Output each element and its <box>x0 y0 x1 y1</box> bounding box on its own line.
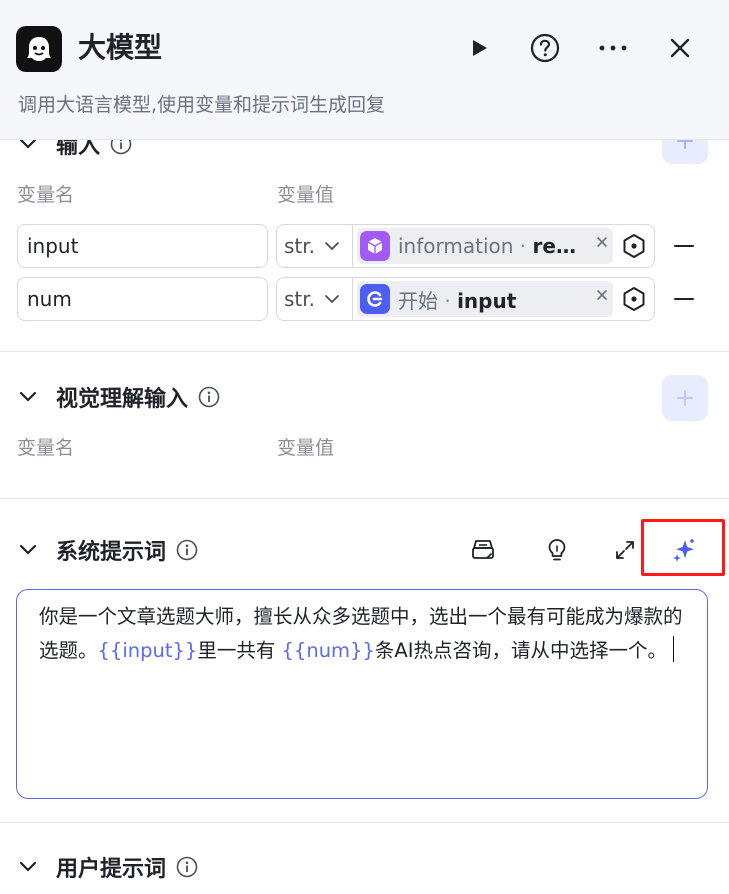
more-icon <box>599 45 627 51</box>
reference-separator: · <box>513 234 533 258</box>
lightbulb-icon <box>548 539 566 561</box>
reference-separator: · <box>438 288 458 313</box>
prompt-text: 里一共有 <box>197 639 282 662</box>
model-logo-icon <box>16 26 62 72</box>
reference-variable: input <box>457 288 517 313</box>
prompt-variable: {{num}} <box>281 639 375 662</box>
hexagon-target-icon <box>623 287 645 311</box>
text-caret <box>672 636 675 662</box>
chevron-down-icon <box>18 857 38 877</box>
node-description: 调用大语言模型,使用变量和提示词生成回复 <box>18 94 386 116</box>
expand-icon <box>616 541 634 559</box>
prompt-library-icon <box>472 540 494 559</box>
remove-reference-button[interactable] <box>592 232 612 252</box>
reference-text: 开始 · input <box>398 285 586 314</box>
reference-text: information · re… <box>398 234 586 258</box>
close-icon <box>597 237 607 247</box>
prompt-variable: {{input}} <box>97 639 198 662</box>
minus-icon <box>674 245 694 247</box>
variable-reference-tag[interactable]: 开始 · input <box>357 281 613 317</box>
chevron-down-icon <box>325 295 339 304</box>
close-icon <box>670 38 690 58</box>
reference-node: 开始 <box>398 288 438 313</box>
vision-col-name-label: 变量名 <box>17 437 75 459</box>
run-button[interactable] <box>461 30 497 66</box>
play-icon <box>473 40 487 56</box>
start-node-icon <box>360 284 390 314</box>
reference-node: information <box>398 234 514 258</box>
expand-editor-button[interactable] <box>607 532 643 568</box>
plus-icon <box>677 390 693 406</box>
close-icon <box>597 290 607 300</box>
user-prompt-header[interactable]: 用户提示词 <box>18 849 198 885</box>
chevron-down-icon <box>325 242 339 251</box>
system-prompt-title: 系统提示词 <box>56 540 167 565</box>
help-button[interactable] <box>527 30 563 66</box>
reference-variable: re… <box>532 234 576 258</box>
close-button[interactable] <box>662 30 698 66</box>
info-icon <box>198 386 220 408</box>
highlight-box <box>641 519 725 576</box>
section-divider <box>0 351 729 352</box>
variable-picker-button[interactable] <box>621 233 647 259</box>
add-vision-input-button[interactable] <box>662 375 708 421</box>
cube-icon <box>360 231 390 261</box>
prompt-text: 条AI热点咨询，请从中选择一个。 <box>374 639 667 662</box>
system-prompt-editor[interactable]: 你是一个文章选题大师，擅长从众多选题中，选出一个最有可能成为爆款的选题。{{in… <box>16 589 708 799</box>
variable-name-input[interactable]: input <box>17 224 268 268</box>
chevron-down-icon <box>18 540 38 560</box>
type-label: str. <box>284 234 316 258</box>
input-col-name-label: 变量名 <box>17 184 75 206</box>
prompt-library-button[interactable] <box>465 532 501 568</box>
variable-reference-tag[interactable]: information · re… <box>357 228 613 264</box>
chevron-down-icon <box>18 387 38 407</box>
more-button[interactable] <box>595 30 631 66</box>
user-prompt-title: 用户提示词 <box>56 857 167 882</box>
section-divider <box>0 498 729 499</box>
type-select[interactable]: str. <box>277 278 353 320</box>
input-col-value-label: 变量值 <box>277 184 335 206</box>
vision-section-title: 视觉理解输入 <box>56 387 189 412</box>
node-title: 大模型 <box>78 31 163 64</box>
variable-value-field: str. 开始 · input <box>276 277 655 321</box>
variable-picker-button[interactable] <box>621 286 647 312</box>
type-select[interactable]: str. <box>277 225 353 267</box>
info-icon <box>176 856 198 878</box>
variable-value-field: str. information · re… <box>276 224 655 268</box>
help-icon <box>530 33 560 63</box>
system-prompt-header[interactable]: 系统提示词 <box>18 532 198 568</box>
vision-col-value-label: 变量值 <box>277 437 335 459</box>
remove-row-button[interactable] <box>672 287 696 311</box>
remove-row-button[interactable] <box>672 234 696 258</box>
header-layer: 大模型 调用大语言模型,使用变量和提示词生成回复 <box>0 0 729 140</box>
variable-name-input[interactable]: num <box>17 277 268 321</box>
hexagon-target-icon <box>623 234 645 258</box>
info-icon <box>176 539 198 561</box>
minus-icon <box>674 298 694 300</box>
prompt-tips-button[interactable] <box>539 532 575 568</box>
section-divider <box>0 822 729 823</box>
remove-reference-button[interactable] <box>592 285 612 305</box>
type-label: str. <box>284 287 316 311</box>
vision-section-header[interactable]: 视觉理解输入 <box>18 379 220 415</box>
